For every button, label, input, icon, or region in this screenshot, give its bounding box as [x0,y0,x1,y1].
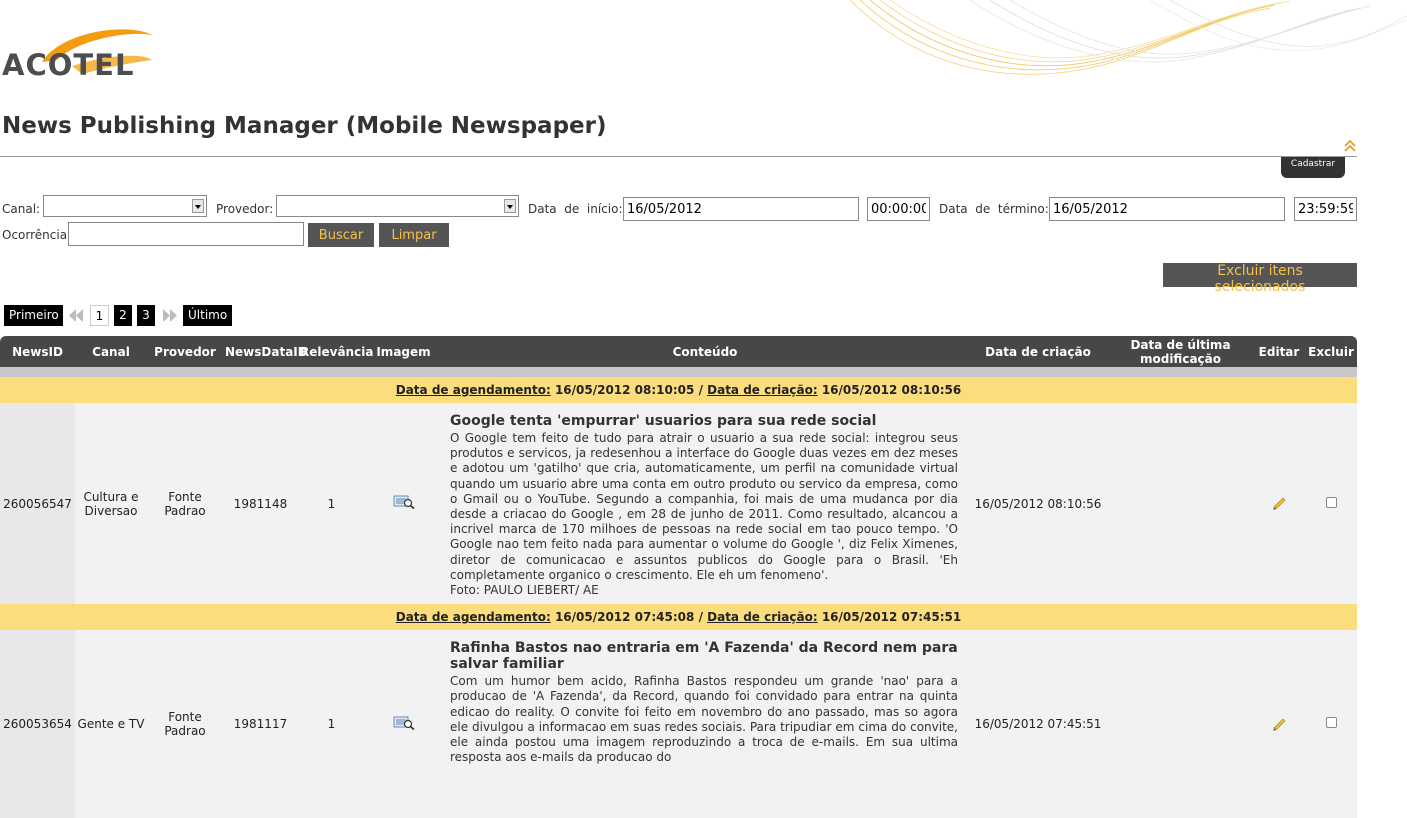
cell-canal: Gente e TV [75,630,147,818]
schedule-value: 16/05/2012 07:45:08 [554,610,695,625]
cell-imagem [365,630,442,818]
schedule-label: Data de agendamento: [395,610,551,625]
cell-provedor: Fonte Padrao [147,403,223,605]
col-header-excluir: Excluir [1305,336,1357,367]
provedor-select-value [277,200,280,214]
double-chevron-right-icon[interactable] [161,305,179,326]
table-spacer [0,367,1357,377]
cell-excluir [1305,630,1357,818]
created-label: Data de criação: [707,383,818,397]
limpar-button[interactable]: Limpar [379,223,449,247]
col-header-canal[interactable]: Canal [75,336,147,367]
schedule-separator: / [698,610,703,625]
chevron-down-icon[interactable] [504,199,516,213]
cell-excluir [1305,403,1357,605]
table-row: 260053654 Gente e TV Fonte Padrao 198111… [0,630,1357,818]
pencil-icon[interactable] [1271,494,1287,510]
cell-editar [1253,630,1305,818]
col-header-newsdataid[interactable]: NewsDataID [223,336,308,367]
cell-provedor: Fonte Padrao [147,630,223,818]
schedule-label: Data de agendamento: [395,383,551,397]
table-row: 260056547 Cultura e Diversao Fonte Padra… [0,403,1357,605]
col-header-data-modificacao[interactable]: Data de última modificação [1108,336,1253,367]
schedule-separator: / [698,383,703,397]
col-header-imagem[interactable]: Imagem [365,336,442,367]
news-body: Com um humor bem acido, Rafinha Bastos r… [450,674,958,765]
buscar-button[interactable]: Buscar [308,223,374,247]
col-header-provedor[interactable]: Provedor [147,336,223,367]
news-title: Google tenta 'empurrar' usuarios para su… [450,413,877,429]
canal-select[interactable] [43,195,207,217]
col-header-data-criacao[interactable]: Data de criação [968,336,1108,367]
delete-checkbox[interactable] [1325,496,1337,508]
double-chevron-left-icon[interactable] [67,305,85,326]
pager-last-button[interactable]: Último [183,305,232,326]
schedule-row: Data de agendamento: 16/05/2012 08:10:05… [0,377,1357,403]
cell-data-criacao: 16/05/2012 07:45:51 [968,630,1108,818]
created-value: 16/05/2012 07:45:51 [821,610,962,625]
cell-data-modificacao [1108,630,1253,818]
cell-canal: Cultura e Diversao [75,403,147,605]
cell-newsid: 260053654 [0,630,75,818]
news-table: NewsID Canal Provedor NewsDataID Relevân… [0,336,1357,818]
data-termino-label: Data de término: [939,202,1049,216]
created-label: Data de criação: [707,610,818,625]
news-photo-credit: Foto: PAULO LIEBERT/ AE [450,583,599,598]
pager-first-button[interactable]: Primeiro [4,305,63,326]
provedor-select[interactable] [276,195,519,217]
pager-page-2[interactable]: 2 [114,305,132,326]
magnifier-image-icon[interactable] [393,495,415,510]
cadastrar-button[interactable]: Cadastrar [1281,157,1345,178]
col-header-newsid[interactable]: NewsID [0,336,75,367]
double-chevron-up-icon[interactable] [1343,139,1357,153]
title-divider [0,156,1357,157]
news-title: Rafinha Bastos nao entraria em 'A Fazend… [450,640,958,673]
news-body: O Google tem feito de tudo para atrair o… [450,431,958,582]
pager-page-1[interactable]: 1 [90,305,109,326]
cell-imagem [365,403,442,605]
col-header-relevancia[interactable]: Relevância [298,336,373,367]
schedule-row: Data de agendamento: 16/05/2012 07:45:08… [0,604,1357,631]
header-wave-graphic [850,0,1407,75]
data-inicio-label: Data de início: [528,202,623,216]
cell-newsid: 260056547 [0,403,75,605]
hora-termino-input[interactable] [1294,197,1357,221]
table-header-row: NewsID Canal Provedor NewsDataID Relevân… [0,336,1357,367]
hora-inicio-input[interactable] [867,197,930,221]
cell-data-modificacao [1108,403,1253,605]
data-termino-input[interactable] [1049,197,1285,221]
provedor-label: Provedor: [216,202,274,216]
cell-conteudo: Rafinha Bastos nao entraria em 'A Fazend… [442,630,968,818]
cell-relevancia: 1 [298,403,365,605]
cell-data-criacao: 16/05/2012 08:10:56 [968,403,1108,605]
canal-label: Canal: [2,202,41,216]
cell-relevancia: 1 [298,630,365,818]
cell-editar [1253,403,1305,605]
canal-select-value [44,200,47,214]
logo-wordmark: ACOTEL [2,48,135,82]
col-header-conteudo[interactable]: Conteúdo [442,336,968,367]
ocorrencia-label: Ocorrência: [2,228,72,242]
col-header-editar: Editar [1253,336,1305,367]
page-title: News Publishing Manager (Mobile Newspape… [2,113,607,139]
ocorrencia-input[interactable] [68,222,304,246]
cell-newsdataid: 1981148 [223,403,298,605]
created-value: 16/05/2012 08:10:56 [821,383,962,397]
schedule-value: 16/05/2012 08:10:05 [554,383,695,397]
cell-conteudo: Google tenta 'empurrar' usuarios para su… [442,403,968,605]
pager-page-3[interactable]: 3 [137,305,155,326]
excluir-selecionados-button[interactable]: Excluir itens selecionados [1163,263,1357,295]
chevron-down-icon[interactable] [192,199,204,213]
cell-newsdataid: 1981117 [223,630,298,818]
data-inicio-input[interactable] [623,197,859,221]
